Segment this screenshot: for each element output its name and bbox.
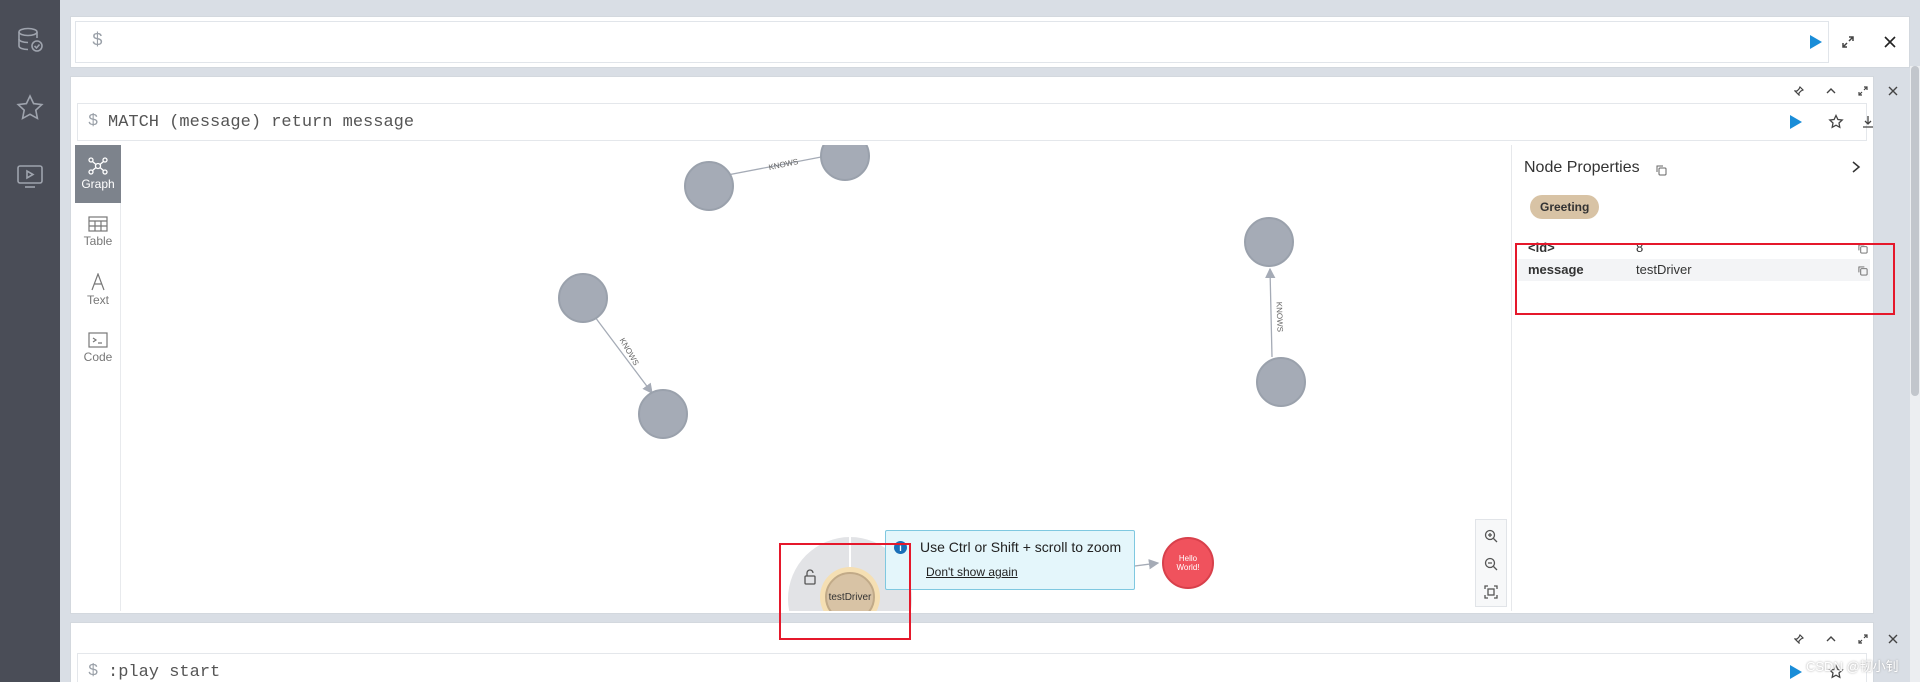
dont-show-again-link[interactable]: Don't show again [926, 565, 1018, 579]
monitor-play-icon[interactable] [14, 160, 46, 192]
tab-graph[interactable]: Graph [75, 145, 121, 203]
graph-node[interactable] [1256, 357, 1306, 407]
tab-label: Text [86, 293, 109, 307]
top-editor-frame: $ [70, 16, 1910, 68]
zoom-tooltip: i Use Ctrl or Shift + scroll to zoom Don… [885, 530, 1135, 590]
panel-title: Node Properties [1524, 159, 1640, 176]
prompt-symbol: $ [92, 31, 103, 51]
graph-icon [88, 157, 108, 175]
tooltip-message: Use Ctrl or Shift + scroll to zoom [920, 539, 1122, 555]
favorite-star-icon[interactable] [1826, 112, 1846, 132]
star-icon[interactable] [14, 92, 46, 124]
node-caption: Hello [1178, 554, 1198, 563]
tab-label: Table [83, 234, 113, 248]
run-button[interactable] [1786, 112, 1806, 132]
node-caption: World! [1176, 563, 1200, 572]
zoom-in-icon[interactable] [1476, 522, 1506, 550]
badge-text: Greeting [1540, 200, 1590, 214]
tab-label: Code [83, 350, 113, 364]
prompt-symbol: $ [88, 112, 99, 131]
relationship-label: KNOWS [768, 157, 799, 172]
main-area: $ $ MATCH (message) return message Graph… [60, 0, 1920, 682]
database-icon[interactable] [14, 24, 46, 56]
node-label-badge[interactable]: Greeting [1530, 195, 1600, 219]
fullscreen-icon[interactable] [1855, 83, 1871, 99]
frame-close-icon[interactable] [1885, 631, 1901, 647]
result-frame: $ MATCH (message) return message Graph T… [70, 76, 1898, 614]
collapse-icon[interactable] [1823, 631, 1839, 647]
graph-node[interactable] [684, 161, 734, 211]
tab-text[interactable]: Text [75, 261, 121, 319]
watermark: CSDN @韧小钊 [1806, 659, 1899, 674]
pin-icon[interactable] [1791, 631, 1807, 647]
query-text: :play start [108, 663, 221, 682]
prompt-symbol: $ [88, 662, 99, 681]
table-icon [88, 216, 108, 232]
zoom-controls [1475, 519, 1507, 607]
graph-node[interactable] [638, 389, 688, 439]
graph-canvas[interactable]: KNOWS KNOWS KNOWS Hello World! testDrive… [122, 145, 1522, 611]
zoom-out-icon[interactable] [1476, 550, 1506, 578]
fit-to-screen-icon[interactable] [1476, 578, 1506, 606]
run-button[interactable] [1806, 32, 1826, 52]
highlight-box-properties [1515, 243, 1895, 315]
relationship-edge[interactable] [591, 312, 653, 395]
left-sidebar [0, 0, 60, 682]
code-icon [88, 332, 108, 348]
hello-world-node[interactable]: Hello World! [1162, 537, 1214, 589]
close-icon[interactable] [1879, 31, 1901, 53]
copy-icon[interactable] [1656, 163, 1667, 181]
collapse-icon[interactable] [1823, 83, 1839, 99]
relationships-layer: KNOWS KNOWS KNOWS [591, 152, 1285, 570]
run-button[interactable] [1786, 662, 1806, 682]
tab-label: Graph [81, 177, 115, 191]
pin-icon[interactable] [1791, 83, 1807, 99]
expand-icon[interactable] [1837, 31, 1859, 53]
editor-input[interactable]: $ [75, 21, 1829, 63]
graph-node[interactable] [1244, 217, 1294, 267]
relationship-edge[interactable] [1265, 267, 1276, 358]
view-tabs: Graph Table Text Code [75, 145, 121, 611]
frame-close-icon[interactable] [1885, 83, 1901, 99]
tab-table[interactable]: Table [75, 203, 121, 261]
query-text: MATCH (message) return message [108, 113, 415, 132]
page-scrollbar[interactable] [1910, 66, 1920, 682]
fullscreen-icon[interactable] [1855, 631, 1871, 647]
graph-node[interactable] [558, 273, 608, 323]
tab-code[interactable]: Code [75, 319, 121, 377]
scrollbar-thumb[interactable] [1911, 66, 1919, 396]
query-editor[interactable]: $ :play start [77, 653, 1867, 682]
highlight-box-node [779, 543, 911, 640]
collapse-panel-icon[interactable] [1848, 159, 1864, 175]
node-properties-panel: Node Properties Greeting <id> 8 message … [1511, 145, 1873, 611]
text-icon [91, 273, 105, 291]
bottom-frame: $ :play start [70, 622, 1898, 682]
relationship-label: KNOWS [1274, 302, 1284, 333]
query-editor[interactable]: $ MATCH (message) return message [77, 103, 1873, 141]
download-icon[interactable] [1858, 112, 1878, 132]
